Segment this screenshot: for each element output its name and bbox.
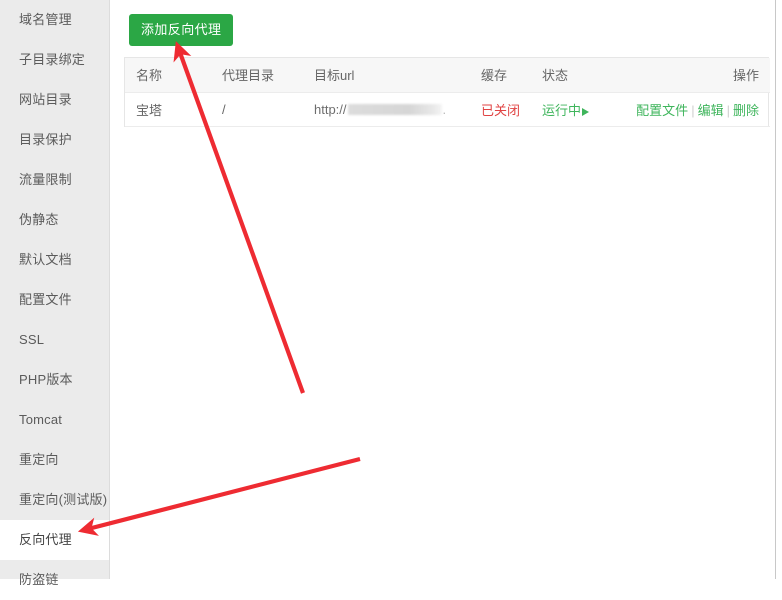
sidebar-item-5[interactable]: 伪静态	[0, 200, 109, 240]
column-header-url: 目标url	[303, 58, 470, 93]
action-delete[interactable]: 删除	[733, 103, 759, 118]
sidebar-item-1[interactable]: 子目录绑定	[0, 40, 109, 80]
cell-status: 运行中	[531, 92, 624, 127]
reverse-proxy-table: 名称 代理目录 目标url 缓存 状态 操作 宝塔 / http://. 已关闭…	[125, 58, 770, 127]
sidebar: 域名管理子目录绑定网站目录目录保护流量限制伪静态默认文档配置文件 SSL PHP版本…	[0, 0, 110, 587]
sidebar-item-label: 配置文件	[19, 292, 72, 307]
column-header-status: 状态	[531, 58, 624, 93]
table-body: 宝塔 / http://. 已关闭 运行中 配置文件 | 编辑 | 删除	[125, 92, 770, 127]
sidebar-item-0[interactable]: 域名管理	[0, 0, 109, 40]
sidebar-item-label: Tomcat	[19, 412, 63, 427]
action-config-file[interactable]: 配置文件	[636, 103, 688, 118]
run-status-badge[interactable]: 运行中	[542, 103, 581, 118]
reverse-proxy-table-container: 名称 代理目录 目标url 缓存 状态 操作 宝塔 / http://. 已关闭…	[124, 57, 770, 127]
column-header-cache: 缓存	[470, 58, 531, 93]
content-panel: 添加反向代理 名称 代理目录 目标url 缓存 状态 操作 宝塔 / http:…	[111, 0, 775, 579]
sidebar-item-4[interactable]: 流量限制	[0, 160, 109, 200]
sidebar-item-label: 伪静态	[19, 212, 59, 227]
sidebar-item-13[interactable]: 反向代理	[0, 520, 109, 560]
sidebar-item-label: 重定向	[19, 452, 59, 467]
sidebar-item-14[interactable]: 防盗链	[0, 560, 109, 600]
sidebar-item-12[interactable]: 重定向(测试版)	[0, 480, 109, 520]
action-edit[interactable]: 编辑	[698, 103, 724, 118]
column-header-name: 名称	[125, 58, 211, 93]
action-separator-1: |	[691, 102, 695, 118]
add-reverse-proxy-button[interactable]: 添加反向代理	[129, 14, 234, 46]
sidebar-item-label: 目录保护	[19, 132, 72, 147]
target-url-suffix: .	[442, 101, 447, 117]
sidebar-item-label: 网站目录	[19, 92, 72, 107]
action-separator-2: |	[726, 102, 730, 118]
page-right-border	[775, 0, 776, 579]
sidebar-item-label: 重定向(测试版)	[19, 492, 108, 507]
sidebar-item-list: 域名管理子目录绑定网站目录目录保护流量限制伪静态默认文档配置文件 SSL PHP版本…	[0, 0, 109, 600]
play-icon[interactable]	[582, 107, 590, 116]
column-header-action: 操作	[624, 58, 770, 93]
sidebar-item-2[interactable]: 网站目录	[0, 80, 109, 120]
sidebar-item-label: 子目录绑定	[19, 52, 86, 67]
table-header-row: 名称 代理目录 目标url 缓存 状态 操作	[125, 58, 770, 93]
sidebar-item-label: 反向代理	[19, 532, 72, 547]
sidebar-item-11[interactable]: 重定向	[0, 440, 109, 480]
sidebar-item-10[interactable]: Tomcat	[0, 400, 109, 440]
page-root: 域名管理 子目录绑定 网站目录 目录保护 流量限制 伪静态 默认文档 配置文件 SSL PHP版本…	[0, 0, 782, 587]
redacted-url-block	[347, 103, 442, 115]
sidebar-item-label: 默认文档	[19, 252, 72, 267]
sidebar-item-label: PHP版本	[19, 372, 73, 387]
sidebar-item-6[interactable]: 默认文档	[0, 240, 109, 280]
cache-status-badge[interactable]: 已关闭	[481, 103, 520, 118]
cell-actions: 配置文件 | 编辑 | 删除	[624, 92, 770, 127]
sidebar-item-9[interactable]: PHP版本	[0, 360, 109, 400]
sidebar-item-7[interactable]: 配置文件	[0, 280, 109, 320]
cell-cache: 已关闭	[470, 92, 531, 127]
sidebar-item-label: 防盗链	[19, 572, 59, 587]
table-head: 名称 代理目录 目标url 缓存 状态 操作	[125, 58, 770, 93]
sidebar-item-label: SSL	[19, 332, 45, 347]
sidebar-item-label: 域名管理	[19, 12, 72, 27]
target-url-prefix: http://	[314, 101, 347, 117]
sidebar-item-3[interactable]: 目录保护	[0, 120, 109, 160]
sidebar-item-8[interactable]: SSL	[0, 320, 109, 360]
cell-target-url: http://.	[303, 92, 470, 127]
column-header-dir: 代理目录	[211, 58, 303, 93]
table-row: 宝塔 / http://. 已关闭 运行中 配置文件 | 编辑 | 删除	[125, 92, 770, 127]
sidebar-item-label: 流量限制	[19, 172, 72, 187]
cell-proxy-dir: /	[211, 92, 303, 127]
cell-name: 宝塔	[125, 92, 211, 127]
